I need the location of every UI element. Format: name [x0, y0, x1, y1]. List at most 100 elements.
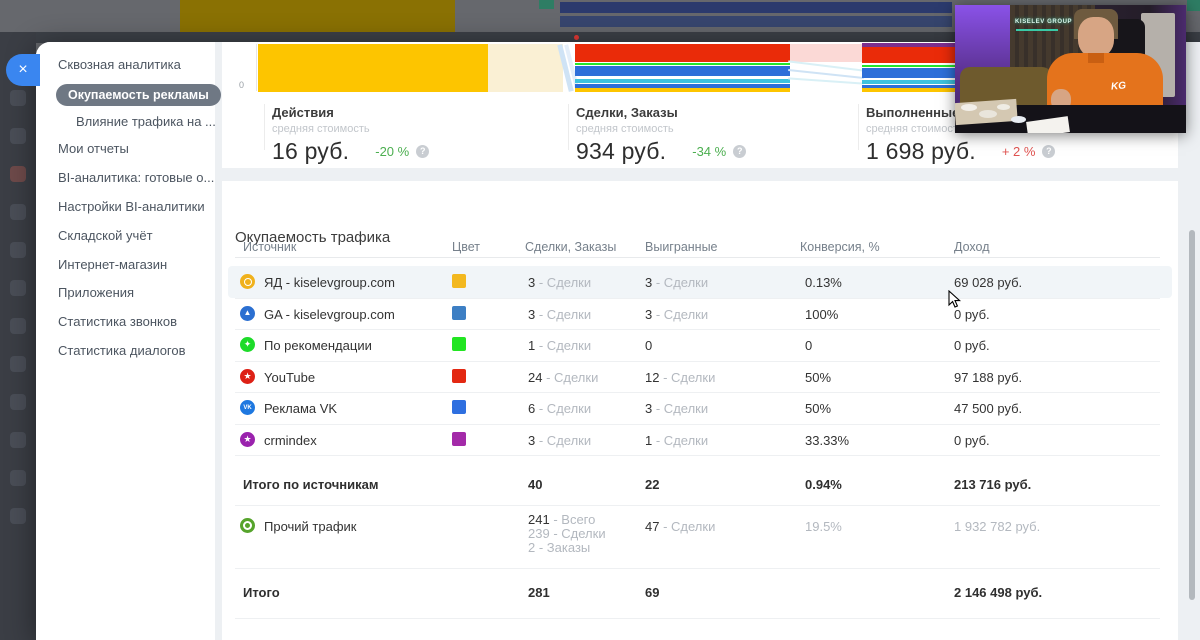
ring-source-icon — [240, 274, 255, 289]
totals-sources-value: 40 — [528, 477, 543, 492]
table-cell: 6 - Сделки — [528, 401, 592, 416]
section-divider — [235, 618, 1160, 619]
source-name: ЯД - kiselevgroup.com — [264, 275, 395, 290]
conversion-cell: 0.13% — [805, 275, 842, 290]
help-icon[interactable]: ? — [733, 145, 747, 158]
source-name: Реклама VK — [264, 401, 338, 416]
sidebar-item[interactable]: Интернет-магазин — [58, 257, 167, 272]
table-cell: 1 - Сделки — [528, 338, 592, 353]
color-swatch — [452, 400, 466, 414]
totals-sources-value: 22 — [645, 477, 660, 492]
help-icon[interactable]: ? — [1042, 145, 1056, 158]
rail-icon-blob — [10, 318, 26, 334]
plate-3 — [997, 104, 1010, 110]
column-header: Источник — [243, 240, 297, 254]
metric-delta: -20 % — [375, 144, 410, 159]
scrollbar-thumb[interactable] — [1189, 230, 1195, 600]
row-divider — [235, 297, 1160, 299]
metric-title: Действия — [272, 105, 334, 120]
source-name: YouTube — [264, 369, 316, 385]
grand-total-label: Итого — [243, 585, 280, 600]
metric-card: Действия средняя стоимость 16 руб. -20 %? — [272, 105, 572, 165]
funnel-segment — [575, 44, 790, 62]
sign-underline — [1016, 29, 1058, 31]
rail-icon-blob — [10, 356, 26, 372]
table-cell: 3 - Сделки — [528, 306, 592, 322]
rail-icon-blob — [10, 242, 26, 258]
table-cell: 12 - Сделки — [645, 369, 716, 385]
table-cell: 3 - Сделки — [645, 306, 709, 322]
sidebar-item[interactable]: Влияние трафика на ... — [76, 114, 216, 129]
sidebar-item[interactable]: Складской учёт — [58, 228, 153, 243]
shirt-collar — [1088, 53, 1104, 63]
sidebar-item[interactable]: BI-аналитика: готовые о... — [58, 170, 214, 185]
metric-value-row: 16 руб. -20 %? — [272, 138, 572, 165]
metric-divider — [568, 104, 569, 150]
income-cell: 0 руб. — [954, 432, 990, 448]
color-swatch — [452, 305, 466, 320]
close-button[interactable]: × — [6, 54, 40, 86]
help-icon[interactable]: ? — [416, 145, 430, 158]
funnel-segment — [258, 44, 488, 92]
table-cell: 3 - Сделки — [645, 401, 709, 416]
metric-divider — [858, 104, 859, 150]
income-cell: 0 руб. — [954, 338, 990, 353]
conversion-cell: 19.5% — [805, 519, 842, 534]
column-header: Конверсия, % — [800, 240, 880, 254]
row-divider — [235, 392, 1160, 393]
metric-value: 16 руб. — [272, 138, 350, 164]
table-cell: 0 — [645, 338, 653, 353]
metric-delta: -34 % — [692, 144, 727, 159]
dimmed-teal-1 — [539, 0, 554, 9]
mouse — [1011, 116, 1026, 123]
section-divider — [235, 505, 1160, 506]
table-cell: 241 - Всего — [528, 512, 596, 527]
plate-2 — [979, 110, 997, 118]
dimmed-left-rail — [0, 32, 36, 640]
source-name: GA - kiselevgroup.com — [264, 306, 395, 322]
dimmed-chart-block — [180, 0, 455, 32]
sidebar-item[interactable]: Настройки BI-аналитики — [58, 199, 205, 214]
section-divider — [235, 455, 1160, 456]
grand-total-value: 2 146 498 руб. — [954, 585, 1043, 600]
income-cell: 69 028 руб. — [954, 275, 1023, 290]
person-face — [1078, 17, 1114, 57]
rail-icon-blob — [10, 90, 26, 106]
funnel-segment — [488, 44, 563, 92]
totals-sources-value: 0.94% — [805, 477, 842, 492]
column-header: Выигранные — [645, 240, 718, 254]
color-swatch — [452, 337, 466, 351]
dimmed-bar-2 — [560, 16, 952, 27]
dimmed-teal-2 — [1187, 0, 1200, 11]
metric-subtitle: средняя стоимость — [576, 123, 674, 135]
conversion-cell: 50% — [805, 401, 832, 416]
row-divider — [235, 329, 1160, 330]
metric-value-row: 934 руб. -34 %? — [576, 138, 876, 165]
funnel-segment — [790, 44, 862, 62]
funnel-segment — [788, 77, 864, 85]
donut-source-icon — [240, 518, 255, 533]
sidebar-item[interactable]: Мои отчеты — [58, 141, 129, 156]
spark-source-icon: ✦ — [240, 337, 255, 352]
sidebar-item-active[interactable]: Окупаемость рекламы — [56, 84, 221, 106]
row-divider — [235, 423, 1160, 425]
vk-source-icon: VK — [240, 400, 255, 415]
rail-icon-blob — [10, 394, 26, 410]
table-cell: 47 - Сделки — [645, 519, 716, 534]
metric-card: Сделки, Заказы средняя стоимость 934 руб. -… — [576, 105, 876, 165]
sidebar-item[interactable]: Статистика звонков — [58, 314, 177, 329]
sidebar-item[interactable]: Статистика диалогов — [58, 343, 186, 358]
totals-sources-value: 213 716 руб. — [954, 477, 1032, 492]
funnel-segment — [575, 66, 790, 76]
funnel-segment — [575, 79, 790, 83]
metric-delta: + 2 % — [1001, 144, 1036, 159]
webcam-overlay[interactable]: KISELEV GROUP KG — [955, 5, 1186, 133]
screen: × Сквозная аналитика Окупаемость рекламы В… — [0, 0, 1200, 640]
sidebar-item[interactable]: Приложения — [58, 285, 134, 300]
metric-value: 934 руб. — [576, 138, 667, 164]
table-cell: 3 - Сделки — [528, 275, 592, 290]
metric-value-row: 1 698 руб. + 2 %? — [866, 138, 1166, 165]
sidebar-item[interactable]: Сквозная аналитика — [58, 57, 181, 72]
triangle-source-icon: ▲ — [240, 305, 255, 321]
income-cell: 47 500 руб. — [954, 401, 1023, 416]
